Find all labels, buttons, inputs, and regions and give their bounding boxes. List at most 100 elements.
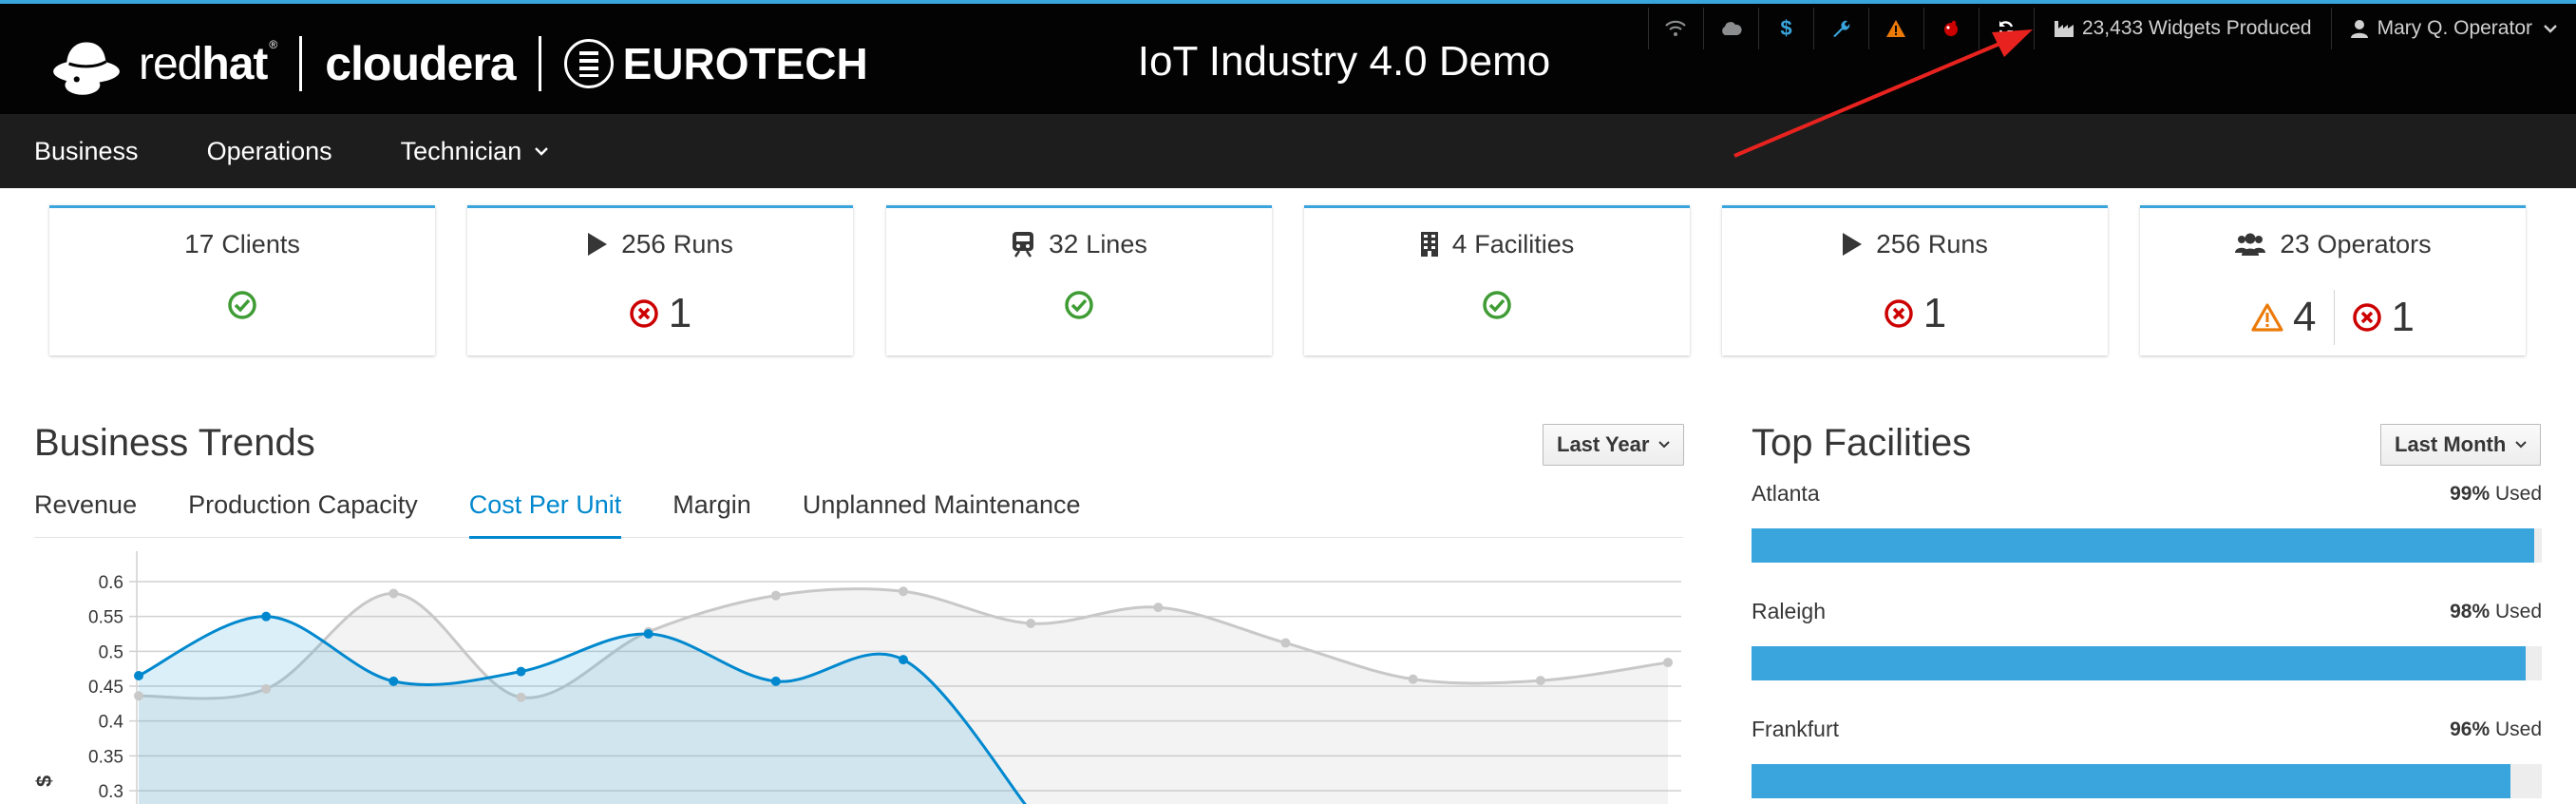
- warning-icon: [2251, 303, 2283, 332]
- data-point-blue: [134, 671, 143, 680]
- nav-item-technician[interactable]: Technician: [367, 114, 583, 188]
- data-point-grey: [1026, 619, 1036, 628]
- facility-row-atlanta[interactable]: Atlanta 99% Used: [1752, 481, 2542, 566]
- error-count: 1: [1923, 290, 1947, 336]
- facility-used: 98% Used: [2450, 601, 2542, 623]
- wifi-icon[interactable]: [1647, 8, 1703, 49]
- cloud-icon[interactable]: [1702, 8, 1758, 49]
- card-count: 17: [184, 229, 215, 258]
- chevron-down-icon: [2544, 25, 2557, 33]
- facility-progress-fill: [1752, 528, 2534, 563]
- tab-cost-per-unit[interactable]: Cost Per Unit: [468, 490, 621, 539]
- facility-used: 96% Used: [2450, 718, 2542, 741]
- data-point-blue: [516, 666, 526, 677]
- dropdown-label: Last Year: [1557, 432, 1650, 456]
- data-point-blue: [770, 676, 781, 686]
- facility-used-label: Used: [2494, 718, 2542, 740]
- widgets-produced-text: 23,433 Widgets Produced: [2081, 17, 2312, 39]
- chevron-down-icon: [2515, 441, 2528, 449]
- data-point-blue: [899, 655, 908, 665]
- chevron-down-icon: [1658, 441, 1671, 449]
- brand-divider: [538, 36, 541, 91]
- train-icon: [1013, 232, 1034, 258]
- wrench-icon[interactable]: [1812, 8, 1868, 49]
- facility-used-label: Used: [2494, 483, 2542, 505]
- chevron-down-icon: [535, 147, 549, 156]
- data-point-grey: [1535, 676, 1545, 686]
- y-tick-label: 0.5: [99, 642, 123, 662]
- brand-logos: redhat ® cloudera EUROTECH: [47, 23, 868, 105]
- card-count: 32: [1049, 229, 1079, 258]
- card-runs[interactable]: 256 Runs 1: [467, 205, 853, 355]
- facility-name: Atlanta: [1752, 481, 1820, 506]
- primary-nav: Business Operations Technician: [0, 114, 2576, 188]
- business-trends-title: Business Trends: [34, 422, 315, 464]
- widgets-produced-counter[interactable]: 23,433 Widgets Produced: [2033, 8, 2331, 49]
- facility-row-raleigh[interactable]: Raleigh 98% Used: [1752, 599, 2542, 684]
- error-icon: [1885, 299, 1913, 328]
- tab-production-capacity[interactable]: Production Capacity: [188, 490, 418, 538]
- facility-progress-track: [1752, 646, 2542, 680]
- user-name: Mary Q. Operator: [2377, 17, 2532, 39]
- y-axis-label: $: [34, 775, 56, 787]
- card-facilities[interactable]: 4 Facilities: [1304, 205, 1690, 355]
- facility-row-frankfurt[interactable]: Frankfurt 96% Used: [1752, 717, 2542, 804]
- card-runs-2[interactable]: 256 Runs 1: [1722, 205, 2108, 355]
- facility-progress-track: [1752, 528, 2542, 563]
- card-status: [49, 290, 435, 320]
- card-title: 32 Lines: [886, 229, 1272, 259]
- facility-used-pct: 98%: [2450, 601, 2491, 622]
- dropdown-label: Last Month: [2395, 432, 2507, 456]
- top-facilities-range-dropdown[interactable]: Last Month: [2380, 424, 2542, 466]
- error-count: 1: [2391, 294, 2415, 340]
- tab-unplanned-maintenance[interactable]: Unplanned Maintenance: [803, 490, 1081, 538]
- bug-icon[interactable]: [1923, 8, 1979, 49]
- card-status: 1: [1722, 290, 2108, 337]
- data-point-grey: [261, 683, 272, 694]
- nav-item-label: Technician: [400, 136, 522, 165]
- data-point-grey: [770, 590, 781, 601]
- facility-progress-fill: [1752, 646, 2527, 680]
- card-clients[interactable]: 17 Clients: [49, 205, 435, 355]
- error-count: 1: [668, 290, 692, 336]
- card-lines[interactable]: 32 Lines: [886, 205, 1272, 355]
- card-title: 23 Operators: [2140, 229, 2526, 259]
- card-label: Runs: [672, 229, 733, 258]
- card-status: 4 1: [2140, 290, 2526, 345]
- card-label: Facilities: [1474, 229, 1575, 258]
- y-tick-label: 0.6: [99, 573, 123, 593]
- dollar-icon[interactable]: $: [1757, 8, 1813, 49]
- card-label: Runs: [1927, 229, 1988, 258]
- data-point-grey: [1153, 603, 1164, 613]
- y-tick-label: 0.35: [88, 747, 123, 767]
- data-point-grey: [388, 588, 399, 599]
- factory-icon: [2054, 21, 2074, 37]
- eurotech-logo-icon: [563, 39, 614, 88]
- card-label: Operators: [2317, 229, 2432, 258]
- data-point-blue: [388, 676, 399, 686]
- warning-icon[interactable]: [1867, 8, 1923, 49]
- facility-used: 99% Used: [2450, 483, 2542, 506]
- card-status: [886, 290, 1272, 320]
- refresh-icon[interactable]: [1978, 8, 2034, 49]
- nav-item-business[interactable]: Business: [0, 114, 173, 188]
- tab-revenue[interactable]: Revenue: [34, 490, 137, 538]
- masthead: redhat ® cloudera EUROTECH IoT Industry 4…: [0, 0, 2576, 114]
- business-trends-range-dropdown[interactable]: Last Year: [1543, 424, 1685, 466]
- play-icon: [588, 233, 608, 256]
- top-facilities-title: Top Facilities: [1752, 422, 1972, 464]
- tab-margin[interactable]: Margin: [672, 490, 751, 538]
- card-label: Clients: [221, 229, 300, 258]
- card-operators[interactable]: 23 Operators 4 1: [2140, 205, 2526, 355]
- data-point-blue: [261, 611, 272, 622]
- data-point-grey: [134, 691, 143, 701]
- error-icon: [2352, 303, 2381, 332]
- nav-item-operations[interactable]: Operations: [173, 114, 367, 188]
- card-count: 23: [2280, 229, 2310, 258]
- data-point-grey: [899, 586, 908, 597]
- ok-icon: [1065, 291, 1093, 319]
- user-menu[interactable]: Mary Q. Operator: [2330, 8, 2576, 49]
- data-point-blue: [643, 629, 653, 639]
- facility-used-pct: 99%: [2450, 483, 2491, 505]
- card-title: 256 Runs: [467, 229, 853, 259]
